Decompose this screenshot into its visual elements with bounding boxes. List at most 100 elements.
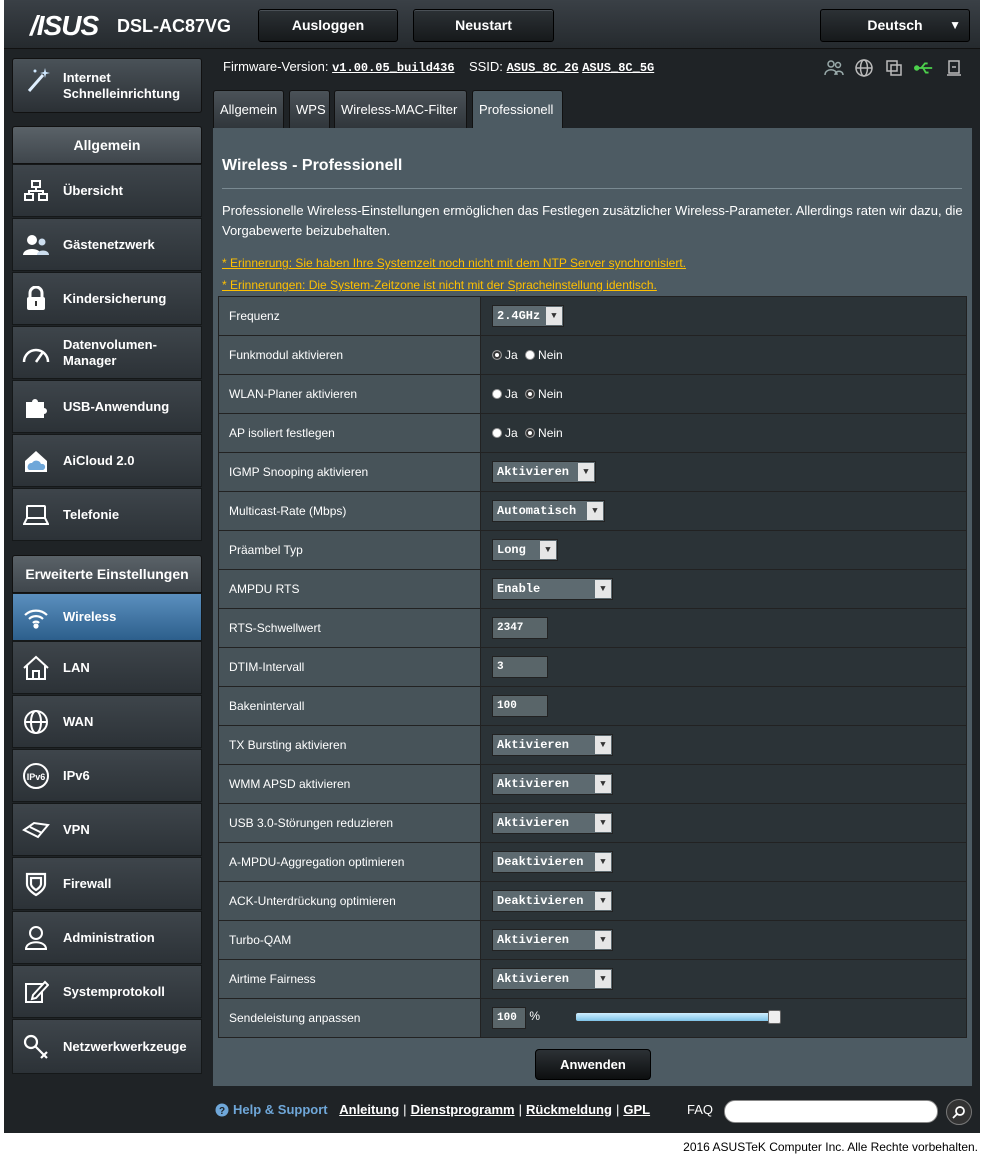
ntp-warning-link[interactable]: * Erinnerung: Sie haben Ihre Systemzeit …	[222, 256, 686, 270]
tx-bursting-select[interactable]: Aktivieren ▼	[492, 734, 613, 756]
sidebar-item-label: Wireless	[63, 609, 117, 624]
multicast-value: Automatisch	[497, 504, 577, 518]
turbo-qam-label: Turbo-QAM	[218, 920, 481, 960]
rts-input[interactable]: 2347	[492, 617, 548, 639]
sidebar-item-administration[interactable]: Administration	[12, 911, 202, 964]
utility-link[interactable]: Dienstprogramm	[411, 1102, 515, 1117]
sidebar-item-label: Systemprotokoll	[63, 983, 165, 999]
search-icon	[952, 1106, 965, 1119]
gpl-link[interactable]: GPL	[623, 1102, 650, 1117]
sidebar-item-label: LAN	[63, 659, 90, 675]
internet-globe-icon[interactable]	[854, 58, 874, 78]
wlan-scheduler-no[interactable]: Nein	[525, 387, 563, 401]
ack-select[interactable]: Deaktivieren ▼	[492, 890, 613, 912]
table-row: DTIM-Intervall 3	[218, 647, 967, 687]
sidebar-item-parental-control[interactable]: Kindersicherung	[12, 272, 202, 325]
vpn-icon	[21, 816, 51, 844]
sidebar-item-usb-application[interactable]: USB-Anwendung	[12, 380, 202, 433]
sidebar-item-label: USB-Anwendung	[63, 398, 170, 414]
restart-button[interactable]: Neustart	[413, 9, 554, 42]
frequency-value: 2.4GHz	[497, 309, 541, 323]
multicast-select[interactable]: Automatisch ▼	[492, 500, 605, 522]
quick-setup-label-1: Internet	[63, 70, 111, 85]
radio-label: Nein	[538, 347, 563, 362]
rts-label: RTS-Schwellwert	[218, 608, 481, 648]
sidebar-item-network-tools[interactable]: Netzwerkwerkzeuge	[12, 1019, 202, 1074]
tx-power-input[interactable]: 100	[492, 1007, 526, 1029]
search-button[interactable]	[946, 1099, 972, 1125]
speedometer-icon	[21, 339, 51, 367]
wps-icon[interactable]	[884, 58, 904, 78]
turbo-qam-select[interactable]: Aktivieren ▼	[492, 929, 613, 951]
feedback-link[interactable]: Rückmeldung	[526, 1102, 612, 1117]
dtim-input[interactable]: 3	[492, 656, 548, 678]
ap-isolated-no[interactable]: Nein	[525, 426, 563, 440]
manual-link[interactable]: Anleitung	[339, 1102, 399, 1117]
tx-power-slider[interactable]	[575, 1010, 781, 1024]
radio-unselected-icon	[525, 349, 536, 360]
radio-enable-no[interactable]: Nein	[525, 348, 563, 362]
slider-handle[interactable]	[768, 1010, 781, 1024]
firmware-info: Firmware-Version: v1.00.05_build436 SSID…	[223, 59, 654, 75]
clients-icon[interactable]	[824, 58, 844, 78]
quick-internet-setup-button[interactable]: Internet Schnelleinrichtung	[12, 58, 202, 113]
tx-bursting-value: Aktivieren	[497, 738, 570, 752]
igmp-value: Aktivieren	[497, 465, 570, 479]
wmm-apsd-select[interactable]: Aktivieren ▼	[492, 773, 613, 795]
ssid-5g-link[interactable]: ASUS_8C_5G	[582, 61, 654, 75]
firmware-version-link[interactable]: v1.00.05_build436	[332, 61, 454, 75]
sidebar-item-wan[interactable]: WAN	[12, 695, 202, 748]
sidebar-item-label: IPv6	[63, 767, 90, 783]
usb-icon[interactable]	[914, 58, 934, 78]
wlan-scheduler-yes[interactable]: Ja	[492, 387, 518, 401]
tab-wps[interactable]: WPS	[289, 90, 330, 128]
sidebar-item-system-log[interactable]: Systemprotokoll	[12, 965, 202, 1018]
airtime-value: Aktivieren	[497, 972, 570, 986]
sidebar-item-guest-network[interactable]: Gästenetzwerk	[12, 218, 202, 271]
preamble-select[interactable]: Long ▼	[492, 539, 558, 561]
frequency-select[interactable]: 2.4GHz ▼	[492, 305, 564, 327]
ampdu-rts-label: AMPDU RTS	[218, 569, 481, 609]
ssid-2g-link[interactable]: ASUS_8C_2G	[507, 61, 579, 75]
chevron-down-icon: ▼	[595, 775, 611, 793]
usb3-select[interactable]: Aktivieren ▼	[492, 812, 613, 834]
tab-general[interactable]: Allgemein	[213, 90, 284, 128]
airtime-select[interactable]: Aktivieren ▼	[492, 968, 613, 990]
sidebar-item-aicloud[interactable]: AiCloud 2.0	[12, 434, 202, 487]
globe-icon	[21, 708, 51, 736]
sidebar-item-label: Kindersicherung	[63, 290, 167, 306]
ssid-label: SSID:	[468, 59, 503, 74]
ampdu-agg-select[interactable]: Deaktivieren ▼	[492, 851, 613, 873]
sidebar-item-ipv6[interactable]: IPv6 IPv6	[12, 749, 202, 802]
chevron-down-icon: ▼	[595, 580, 611, 598]
logout-button[interactable]: Ausloggen	[258, 9, 398, 42]
tools-icon	[21, 1033, 51, 1061]
chevron-down-icon: ▼	[595, 736, 611, 754]
sidebar-item-vpn[interactable]: VPN	[12, 803, 202, 856]
ampdu-rts-select[interactable]: Enable ▼	[492, 578, 613, 600]
sidebar-item-traffic-manager[interactable]: Datenvolumen- Manager	[12, 326, 202, 379]
sidebar-item-lan[interactable]: LAN	[12, 641, 202, 694]
radio-enable-yes[interactable]: Ja	[492, 348, 518, 362]
radio-unselected-icon	[492, 427, 502, 438]
frequency-label: Frequenz	[218, 296, 481, 336]
chevron-down-icon: ▼	[595, 853, 611, 871]
puzzle-icon	[21, 393, 51, 421]
sidebar-item-label: Telefonie	[63, 506, 120, 522]
ap-isolated-yes[interactable]: Ja	[492, 426, 518, 440]
sidebar-item-wireless[interactable]: Wireless	[12, 593, 202, 641]
beacon-input[interactable]: 100	[492, 695, 548, 717]
sidebar-item-firewall[interactable]: Firewall	[12, 857, 202, 910]
sidebar-item-label: Übersicht	[63, 182, 123, 198]
tab-mac-filter[interactable]: Wireless-MAC-Filter	[334, 90, 467, 128]
tab-professional[interactable]: Professionell	[472, 90, 563, 128]
language-select[interactable]: Deutsch ▼	[820, 9, 970, 42]
chevron-down-icon: ▼	[595, 814, 611, 832]
sidebar-item-overview[interactable]: Übersicht	[12, 164, 202, 217]
sidebar-item-telephony[interactable]: Telefonie	[12, 488, 202, 541]
timezone-warning-link[interactable]: * Erinnerungen: Die System-Zeitzone ist …	[222, 278, 657, 292]
apply-button[interactable]: Anwenden	[535, 1049, 651, 1080]
faq-search-input[interactable]	[724, 1100, 938, 1123]
igmp-select[interactable]: Aktivieren ▼	[492, 461, 596, 483]
printer-icon[interactable]	[944, 58, 964, 78]
